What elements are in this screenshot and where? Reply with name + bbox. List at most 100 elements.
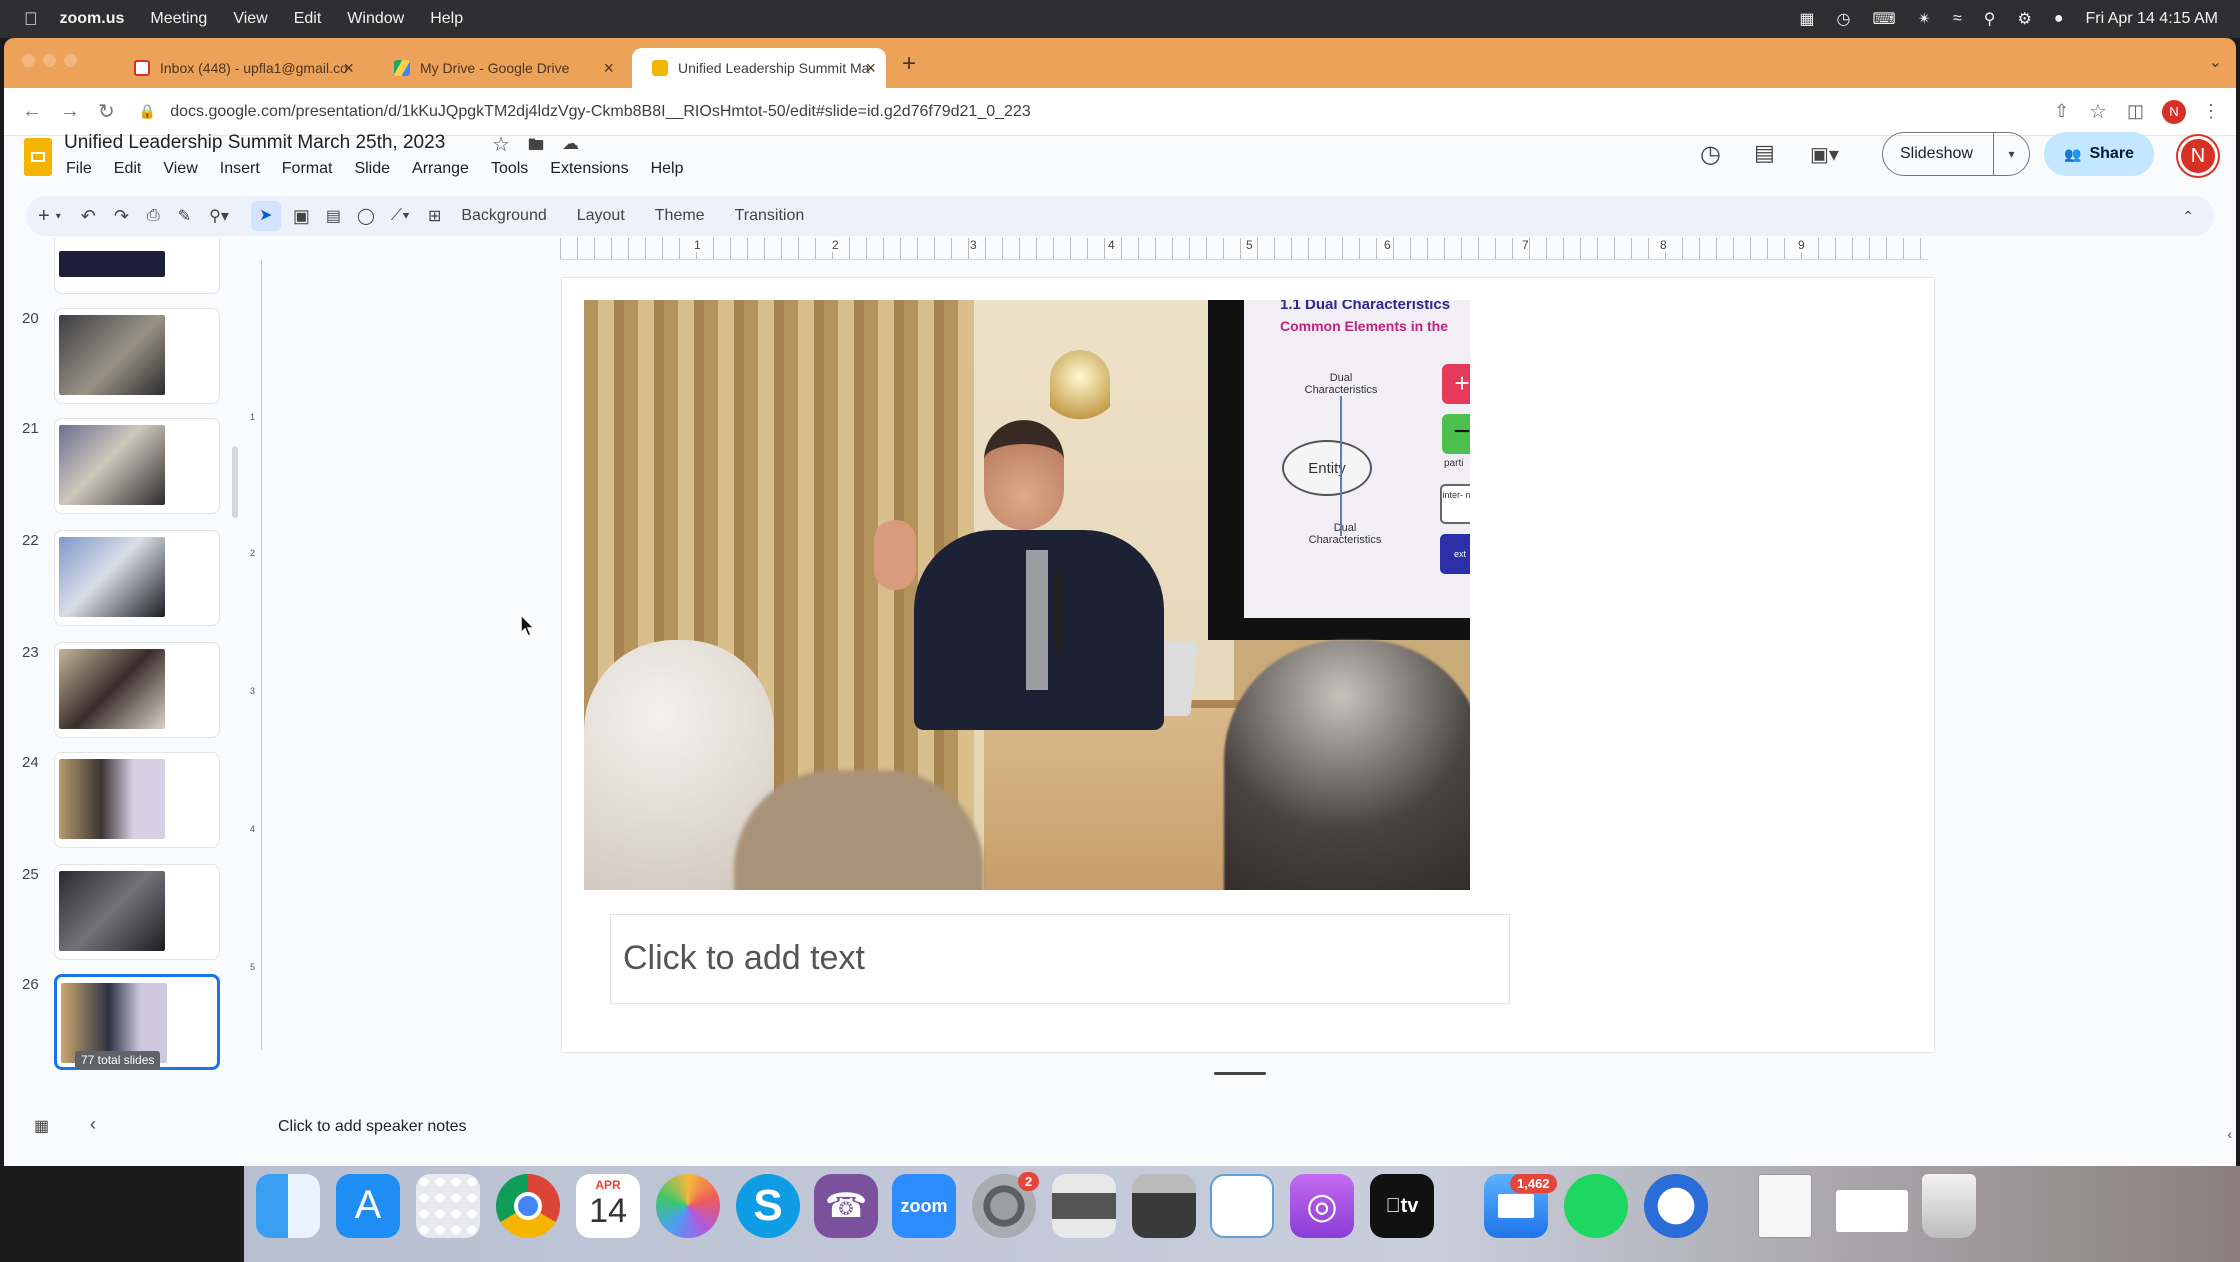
- printer-icon[interactable]: [1132, 1174, 1196, 1238]
- slide-thumb-20[interactable]: [54, 308, 220, 404]
- notes-resize-handle[interactable]: [1214, 1072, 1266, 1075]
- side-panel-icon[interactable]: ◫: [2127, 101, 2144, 122]
- tab-slides[interactable]: Unified Leadership Summit Ma ×: [632, 48, 886, 88]
- menu-edit[interactable]: Edit: [114, 160, 142, 178]
- filmstrip-scrollbar[interactable]: [232, 446, 238, 518]
- doc-title[interactable]: Unified Leadership Summit March 25th, 20…: [64, 132, 445, 154]
- move-folder-icon[interactable]: 🖿: [528, 134, 544, 161]
- version-history-icon[interactable]: ◷: [1700, 140, 1721, 169]
- chevron-down-icon[interactable]: ▾: [56, 211, 61, 222]
- new-tab-icon[interactable]: +: [902, 50, 916, 78]
- finder-icon[interactable]: [256, 1174, 320, 1238]
- text-box-icon[interactable]: ▣: [293, 206, 310, 227]
- lock-icon[interactable]: 🔒: [139, 103, 156, 120]
- side-panel-toggle-icon[interactable]: ‹: [2227, 1126, 2232, 1142]
- apple-tv-icon[interactable]: tv: [1370, 1174, 1434, 1238]
- bookmark-star-icon[interactable]: ☆: [2089, 99, 2107, 124]
- share-button[interactable]: 👥 Share: [2044, 132, 2154, 176]
- window-controls[interactable]: [22, 54, 77, 67]
- forward-icon[interactable]: →: [60, 100, 80, 123]
- star-icon[interactable]: ☆: [492, 132, 510, 157]
- slide-thumb-19[interactable]: [54, 238, 220, 294]
- slide-thumb-23[interactable]: [54, 642, 220, 738]
- account-avatar[interactable]: N: [2178, 136, 2218, 176]
- comments-icon[interactable]: ▤: [1754, 140, 1775, 166]
- select-cursor-icon[interactable]: ➤: [250, 201, 281, 231]
- zoom-icon[interactable]: zoom: [892, 1174, 956, 1238]
- tab-gmail[interactable]: Inbox (448) - upfla1@gmail.co ×: [114, 48, 364, 88]
- menu-tools[interactable]: Tools: [491, 160, 528, 178]
- skype-icon[interactable]: S: [736, 1174, 800, 1238]
- menu-insert[interactable]: Insert: [220, 160, 260, 178]
- screen-share-icon[interactable]: ▦: [1799, 9, 1814, 29]
- transition-button[interactable]: Transition: [735, 207, 805, 225]
- app-name[interactable]: zoom.us: [60, 10, 125, 28]
- printer-app-icon[interactable]: [1052, 1174, 1116, 1238]
- vpn-icon[interactable]: [1644, 1174, 1708, 1238]
- layout-button[interactable]: Layout: [577, 207, 625, 225]
- profile-avatar[interactable]: N: [2162, 99, 2186, 124]
- background-button[interactable]: Background: [461, 207, 546, 225]
- apple-icon[interactable]: : [24, 9, 38, 30]
- slide-photo[interactable]: 1.1 Dual Characteristics Common Elements…: [584, 300, 1470, 890]
- menubar-item-meeting[interactable]: Meeting: [150, 10, 207, 28]
- collapse-toolbar-icon[interactable]: ⌃: [2182, 208, 2194, 225]
- print-queue-icon[interactable]: [1210, 1174, 1274, 1238]
- clock-icon[interactable]: ◷: [1837, 9, 1851, 29]
- menu-help[interactable]: Help: [651, 160, 684, 178]
- control-center-icon[interactable]: ⚙: [2017, 9, 2031, 29]
- menu-arrange[interactable]: Arrange: [412, 160, 469, 178]
- menu-slide[interactable]: Slide: [354, 160, 390, 178]
- text-placeholder[interactable]: Click to add text: [610, 914, 1510, 1004]
- undo-icon[interactable]: ↶: [81, 206, 96, 227]
- menu-view[interactable]: View: [163, 160, 197, 178]
- line-icon[interactable]: ⟋▾: [391, 207, 410, 225]
- cloud-status-icon[interactable]: ☁: [562, 134, 579, 154]
- bluetooth-icon[interactable]: ✴: [1918, 9, 1931, 29]
- podcasts-icon[interactable]: ◎: [1290, 1174, 1354, 1238]
- zoom-icon[interactable]: ⚲▾: [209, 206, 229, 226]
- back-icon[interactable]: ←: [22, 100, 42, 123]
- document-preview-icon[interactable]: [1758, 1174, 1812, 1238]
- new-slide-icon[interactable]: +: [38, 205, 50, 228]
- share-page-icon[interactable]: ⇧: [2054, 101, 2069, 122]
- slides-logo-icon[interactable]: [24, 138, 52, 176]
- close-icon[interactable]: ×: [343, 58, 354, 79]
- reload-icon[interactable]: ↻: [98, 99, 115, 124]
- menubar-item-view[interactable]: View: [233, 10, 267, 28]
- spotify-icon[interactable]: [1564, 1174, 1628, 1238]
- window-preview-icon[interactable]: [1836, 1190, 1908, 1232]
- close-icon[interactable]: ×: [603, 58, 614, 79]
- datetime[interactable]: Fri Apr 14 4:15 AM: [2085, 10, 2218, 28]
- slideshow-button[interactable]: Slideshow ▾: [1882, 132, 2030, 176]
- menu-format[interactable]: Format: [282, 160, 333, 178]
- siri-icon[interactable]: ●: [2054, 10, 2064, 28]
- redo-icon[interactable]: ↷: [114, 206, 129, 227]
- keyboard-icon[interactable]: ⌨: [1872, 9, 1895, 29]
- trash-icon[interactable]: [1922, 1174, 1976, 1238]
- slide-thumb-26[interactable]: 77 total slides: [54, 974, 220, 1070]
- menu-extensions[interactable]: Extensions: [550, 160, 628, 178]
- insert-comment-icon[interactable]: ⊞: [428, 206, 441, 226]
- menu-file[interactable]: File: [66, 160, 92, 178]
- paint-format-icon[interactable]: ✎: [178, 206, 191, 226]
- photos-icon[interactable]: [656, 1174, 720, 1238]
- grid-view-icon[interactable]: ▦: [34, 1116, 49, 1136]
- theme-button[interactable]: Theme: [655, 207, 705, 225]
- launchpad-icon[interactable]: [416, 1174, 480, 1238]
- app-store-icon[interactable]: A: [336, 1174, 400, 1238]
- slide-thumb-22[interactable]: [54, 530, 220, 626]
- image-icon[interactable]: ▤: [326, 206, 341, 226]
- shape-icon[interactable]: ◯: [357, 206, 375, 226]
- slide-thumb-25[interactable]: [54, 864, 220, 960]
- chrome-icon[interactable]: [496, 1174, 560, 1238]
- kebab-menu-icon[interactable]: ⋮: [2202, 101, 2220, 122]
- search-icon[interactable]: ⚲: [1984, 9, 1996, 29]
- url-field[interactable]: docs.google.com/presentation/d/1kKuJQpgk…: [170, 103, 1031, 121]
- menubar-item-help[interactable]: Help: [430, 10, 463, 28]
- close-icon[interactable]: ×: [865, 58, 876, 79]
- tab-drive[interactable]: My Drive - Google Drive ×: [374, 48, 624, 88]
- speaker-notes-placeholder[interactable]: Click to add speaker notes: [278, 1118, 467, 1136]
- meet-icon[interactable]: ▣▾: [1810, 142, 1839, 167]
- tab-search-icon[interactable]: ⌄: [2209, 52, 2222, 72]
